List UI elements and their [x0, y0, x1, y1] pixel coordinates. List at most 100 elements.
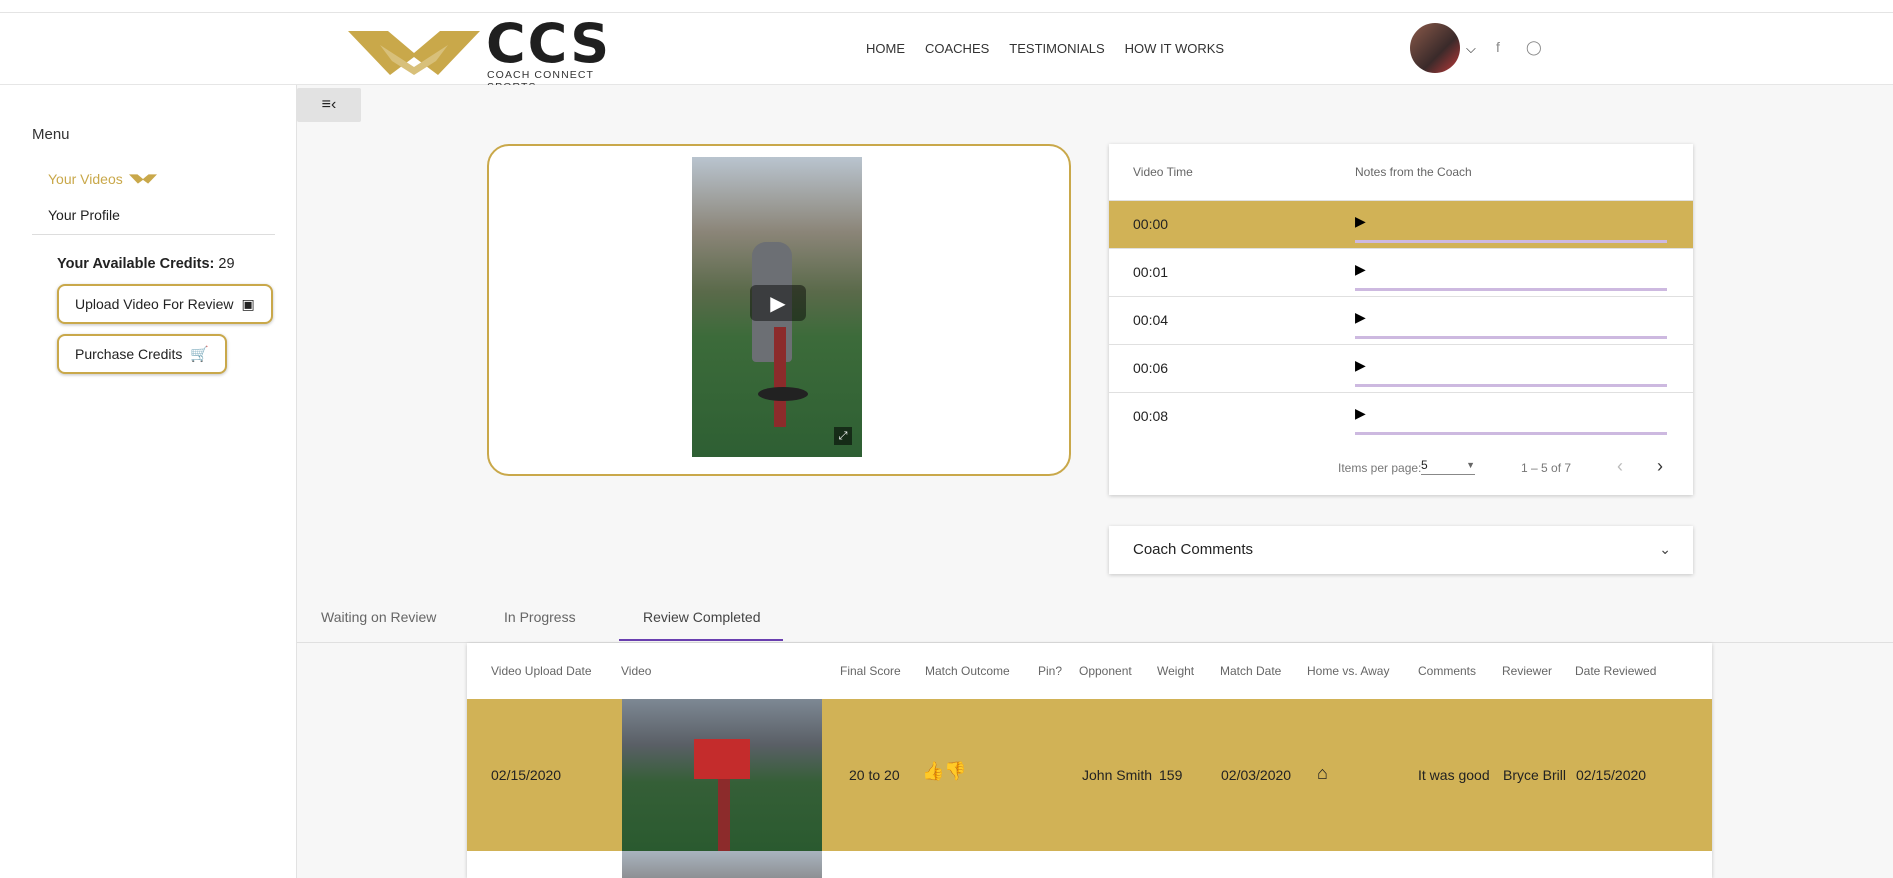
purchase-credits-label: Purchase Credits	[75, 346, 183, 362]
page-range: 1 – 5 of 7	[1521, 461, 1572, 475]
audio-progress-bar[interactable]	[1355, 240, 1667, 243]
tab-review-completed[interactable]: Review Completed	[643, 609, 761, 625]
play-icon[interactable]: ▶	[1355, 309, 1366, 326]
purchase-credits-button[interactable]: Purchase Credits 🛒	[57, 334, 228, 374]
video-card: ▶ ⤢	[487, 144, 1071, 476]
sidebar-item-your-videos[interactable]: Your Videos	[48, 171, 157, 187]
menu-title: Menu	[32, 126, 70, 143]
play-icon[interactable]: ▶	[1355, 213, 1366, 230]
header-video-time: Video Time	[1133, 165, 1193, 179]
site-header: CCS COACH CONNECT SPORTS HOME COACHES TE…	[0, 12, 1893, 93]
brand-mark-icon	[348, 31, 480, 75]
user-menu-chevron-icon[interactable]: ⌵	[1466, 41, 1476, 57]
audio-progress-bar[interactable]	[1355, 336, 1667, 339]
dropdown-arrow-icon: ▼	[1466, 460, 1475, 470]
coach-comments-label: Coach Comments	[1133, 541, 1254, 558]
tab-in-progress[interactable]: In Progress	[504, 609, 576, 625]
video-time: 00:04	[1133, 312, 1169, 328]
header-weight: Weight	[1157, 664, 1195, 678]
date-reviewed: 02/15/2020	[1576, 767, 1647, 783]
menu-collapse-icon: ≡‹	[321, 96, 337, 113]
upload-video-label: Upload Video For Review	[75, 296, 234, 312]
review-tabs: Waiting on Review In Progress Review Com…	[297, 599, 1893, 643]
table-row[interactable]: 00:00 ▶	[1109, 200, 1693, 249]
chevron-down-icon: ⌄	[1659, 541, 1671, 557]
header-date-reviewed: Date Reviewed	[1575, 664, 1657, 678]
video-camera-icon: ▣	[241, 295, 255, 312]
available-credits: Your Available Credits: 29	[57, 256, 235, 272]
batting-tee	[774, 327, 786, 427]
main-nav: HOME COACHES TESTIMONIALS HOW IT WORKS	[866, 41, 1224, 56]
brand-name: CCS	[486, 12, 612, 75]
header-video: Video	[621, 664, 652, 678]
items-per-page-label: Items per page:	[1338, 461, 1422, 475]
tab-waiting-on-review[interactable]: Waiting on Review	[321, 609, 436, 625]
video-time: 00:06	[1133, 360, 1169, 376]
reviews-table: Video Upload Date Video Final Score Matc…	[467, 643, 1712, 878]
nav-coaches[interactable]: COACHES	[925, 41, 989, 56]
weight: 159	[1159, 767, 1183, 783]
active-tab-indicator	[619, 639, 783, 641]
play-icon[interactable]: ▶	[750, 285, 806, 321]
sidebar-item-label: Your Videos	[48, 171, 123, 187]
coach-comments-panel[interactable]: Coach Comments ⌄	[1109, 526, 1693, 574]
play-icon[interactable]: ▶	[1355, 405, 1366, 422]
thumbs-up-down-icon: 👍👎	[922, 761, 967, 781]
coach-notes-table: Video Time Notes from the Coach 00:00 ▶ …	[1109, 144, 1693, 495]
fullscreen-icon[interactable]: ⤢	[834, 427, 852, 445]
audio-progress-bar[interactable]	[1355, 384, 1667, 387]
previous-page-icon[interactable]: ‹	[1617, 456, 1623, 477]
notes-header: Video Time Notes from the Coach	[1109, 144, 1693, 200]
credits-value: 29	[218, 256, 235, 272]
sidebar-divider	[32, 234, 275, 235]
video-time: 00:01	[1133, 264, 1169, 280]
next-page-icon[interactable]: ›	[1657, 456, 1663, 477]
brand-logo[interactable]: CCS COACH CONNECT SPORTS	[348, 12, 638, 93]
audio-progress-bar[interactable]	[1355, 288, 1667, 291]
instagram-icon[interactable]: ◯	[1526, 39, 1542, 56]
tee-base	[758, 387, 808, 401]
reviewer: Bryce Brill	[1503, 767, 1567, 783]
header-upload-date: Video Upload Date	[491, 664, 592, 678]
nav-testimonials[interactable]: TESTIMONIALS	[1009, 41, 1104, 56]
main-content: ≡‹ ▶ ⤢ Video Time Notes from the Coach 0…	[297, 85, 1893, 878]
items-per-page-value: 5	[1421, 458, 1428, 472]
video-thumbnail[interactable]	[622, 851, 822, 878]
table-row[interactable]	[467, 851, 1712, 878]
brand-mark-icon	[128, 174, 157, 184]
nav-home[interactable]: HOME	[866, 41, 905, 56]
home-icon: ⌂	[1317, 763, 1328, 783]
table-row[interactable]: 02/15/2020 20 to 20 👍👎 John Smith 159 02…	[467, 699, 1712, 851]
table-row[interactable]: 00:01 ▶	[1109, 248, 1693, 297]
opponent: John Smith	[1082, 767, 1153, 783]
header-notes: Notes from the Coach	[1355, 165, 1472, 179]
add-cart-icon: 🛒	[190, 346, 210, 363]
upload-date: 02/15/2020	[491, 767, 562, 783]
upload-video-button[interactable]: Upload Video For Review ▣	[57, 284, 273, 324]
header-comments: Comments	[1418, 664, 1477, 678]
thumbnail-subject	[694, 739, 750, 779]
sidebar-item-your-profile[interactable]: Your Profile	[48, 207, 120, 223]
items-per-page-select[interactable]: 5 ▼	[1421, 458, 1475, 475]
play-icon[interactable]: ▶	[1355, 261, 1366, 278]
video-time: 00:08	[1133, 408, 1169, 424]
facebook-icon[interactable]: f	[1496, 39, 1500, 55]
match-date: 02/03/2020	[1221, 767, 1292, 783]
user-avatar[interactable]	[1410, 23, 1460, 73]
thumbnail-tee	[718, 779, 730, 851]
sidebar: Menu Your Videos Your Profile Your Avail…	[0, 85, 297, 878]
audio-progress-bar[interactable]	[1355, 432, 1667, 435]
table-row[interactable]: 00:04 ▶	[1109, 296, 1693, 345]
nav-how-it-works[interactable]: HOW IT WORKS	[1125, 41, 1224, 56]
header-pin: Pin?	[1038, 664, 1063, 678]
video-thumbnail[interactable]	[622, 699, 822, 851]
play-icon[interactable]: ▶	[1355, 357, 1366, 374]
header-match-outcome: Match Outcome	[925, 664, 1010, 678]
table-row[interactable]: 00:06 ▶	[1109, 344, 1693, 393]
video-player[interactable]: ▶ ⤢	[692, 157, 862, 457]
table-row[interactable]: 00:08 ▶	[1109, 392, 1693, 441]
sidebar-toggle-button[interactable]: ≡‹	[297, 88, 361, 122]
header-opponent: Opponent	[1079, 664, 1132, 678]
final-score: 20 to 20	[849, 767, 900, 783]
header-match-date: Match Date	[1220, 664, 1282, 678]
